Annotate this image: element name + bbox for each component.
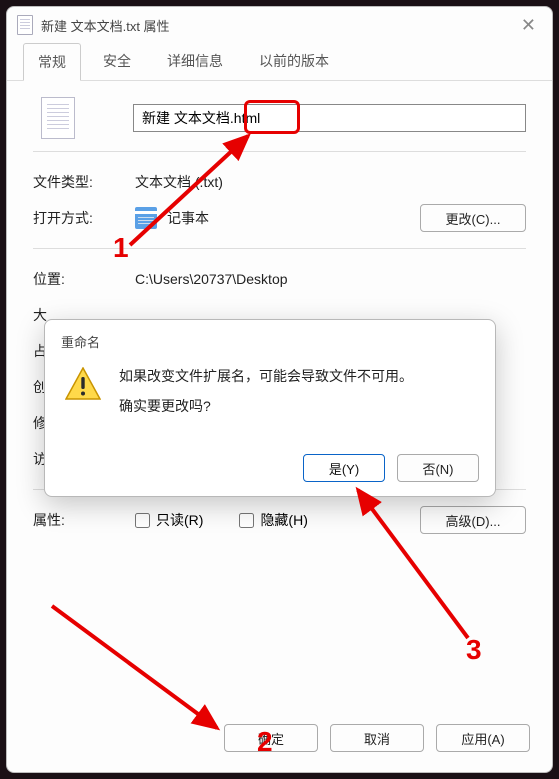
- readonly-checkbox-input[interactable]: [135, 513, 150, 528]
- titlebar: 新建 文本文档.txt 属性 ✕: [7, 7, 552, 43]
- readonly-label: 只读(R): [156, 510, 203, 530]
- tab-general[interactable]: 常规: [23, 43, 81, 81]
- attributes-label: 属性:: [33, 510, 135, 530]
- filetype-label: 文件类型:: [33, 172, 135, 192]
- warning-icon: [65, 367, 101, 401]
- footer-buttons: 确定 取消 应用(A): [7, 708, 552, 772]
- ok-button[interactable]: 确定: [224, 724, 318, 752]
- window-title: 新建 文本文档.txt 属性: [41, 16, 515, 35]
- document-icon: [17, 15, 33, 35]
- tab-previous-versions[interactable]: 以前的版本: [245, 43, 343, 80]
- no-button[interactable]: 否(N): [397, 454, 479, 482]
- dialog-line1: 如果改变文件扩展名，可能会导致文件不可用。: [119, 365, 413, 389]
- location-label: 位置:: [33, 269, 135, 289]
- notepad-icon: [135, 207, 157, 229]
- file-type-icon: [41, 97, 75, 139]
- rename-dialog: 重命名 如果改变文件扩展名，可能会导致文件不可用。 确实要更改吗? 是(Y) 否…: [44, 319, 496, 497]
- location-value: C:\Users\20737\Desktop: [135, 271, 288, 287]
- hidden-checkbox-input[interactable]: [239, 513, 254, 528]
- divider: [33, 248, 526, 249]
- dialog-text: 如果改变文件扩展名，可能会导致文件不可用。 确实要更改吗?: [119, 365, 413, 419]
- cancel-button[interactable]: 取消: [330, 724, 424, 752]
- readonly-checkbox[interactable]: 只读(R): [135, 510, 203, 530]
- change-button[interactable]: 更改(C)...: [420, 204, 526, 232]
- divider: [33, 151, 526, 152]
- openwith-value: 记事本: [167, 208, 209, 228]
- openwith-label: 打开方式:: [33, 208, 135, 228]
- tab-security[interactable]: 安全: [89, 43, 145, 80]
- filetype-value: 文本文档 (.txt): [135, 172, 223, 192]
- close-icon[interactable]: ✕: [515, 13, 542, 38]
- filename-input[interactable]: [133, 104, 526, 132]
- dialog-title: 重命名: [45, 320, 495, 357]
- yes-button[interactable]: 是(Y): [303, 454, 385, 482]
- tab-strip: 常规 安全 详细信息 以前的版本: [7, 43, 552, 81]
- hidden-checkbox[interactable]: 隐藏(H): [239, 510, 307, 530]
- advanced-button[interactable]: 高级(D)...: [420, 506, 526, 534]
- apply-button[interactable]: 应用(A): [436, 724, 530, 752]
- dialog-line2: 确实要更改吗?: [119, 395, 413, 419]
- hidden-label: 隐藏(H): [260, 510, 307, 530]
- tab-details[interactable]: 详细信息: [153, 43, 237, 80]
